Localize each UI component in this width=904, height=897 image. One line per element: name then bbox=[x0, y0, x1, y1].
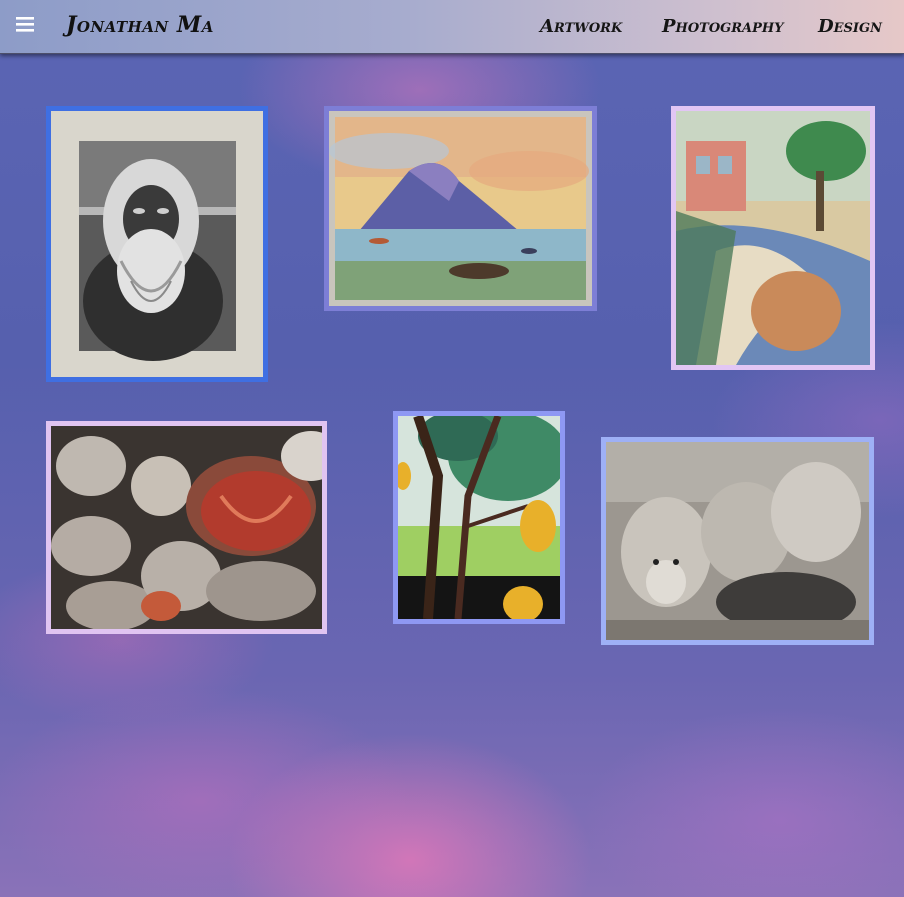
nav-link-artwork[interactable]: Artwork bbox=[540, 16, 622, 37]
fruit-artwork-image bbox=[51, 426, 322, 629]
gallery-tile-street-scene[interactable] bbox=[671, 106, 875, 370]
nav-link-photography[interactable]: Photography bbox=[662, 16, 783, 37]
harbor-artwork-image bbox=[329, 111, 592, 306]
site-title[interactable]: Jonathan Ma bbox=[66, 12, 214, 38]
wolves-artwork-image bbox=[606, 442, 869, 640]
nav-link-design[interactable]: Design bbox=[818, 16, 882, 37]
gallery-tile-wolves[interactable] bbox=[601, 437, 874, 645]
lemon-tree-artwork-image bbox=[398, 416, 560, 619]
gallery-tile-harbor-landscape[interactable] bbox=[324, 106, 597, 311]
top-navigation-bar: Jonathan Ma Artwork Photography Design bbox=[0, 0, 904, 54]
gallery-tile-sugared-fruit[interactable] bbox=[46, 421, 327, 634]
hamburger-menu-icon[interactable] bbox=[14, 14, 38, 36]
portrait-artwork-image bbox=[51, 111, 263, 377]
gallery-tile-lemon-tree[interactable] bbox=[393, 411, 565, 624]
gallery-tile-portrait[interactable] bbox=[46, 106, 268, 382]
street-scene-artwork-image bbox=[676, 111, 870, 365]
